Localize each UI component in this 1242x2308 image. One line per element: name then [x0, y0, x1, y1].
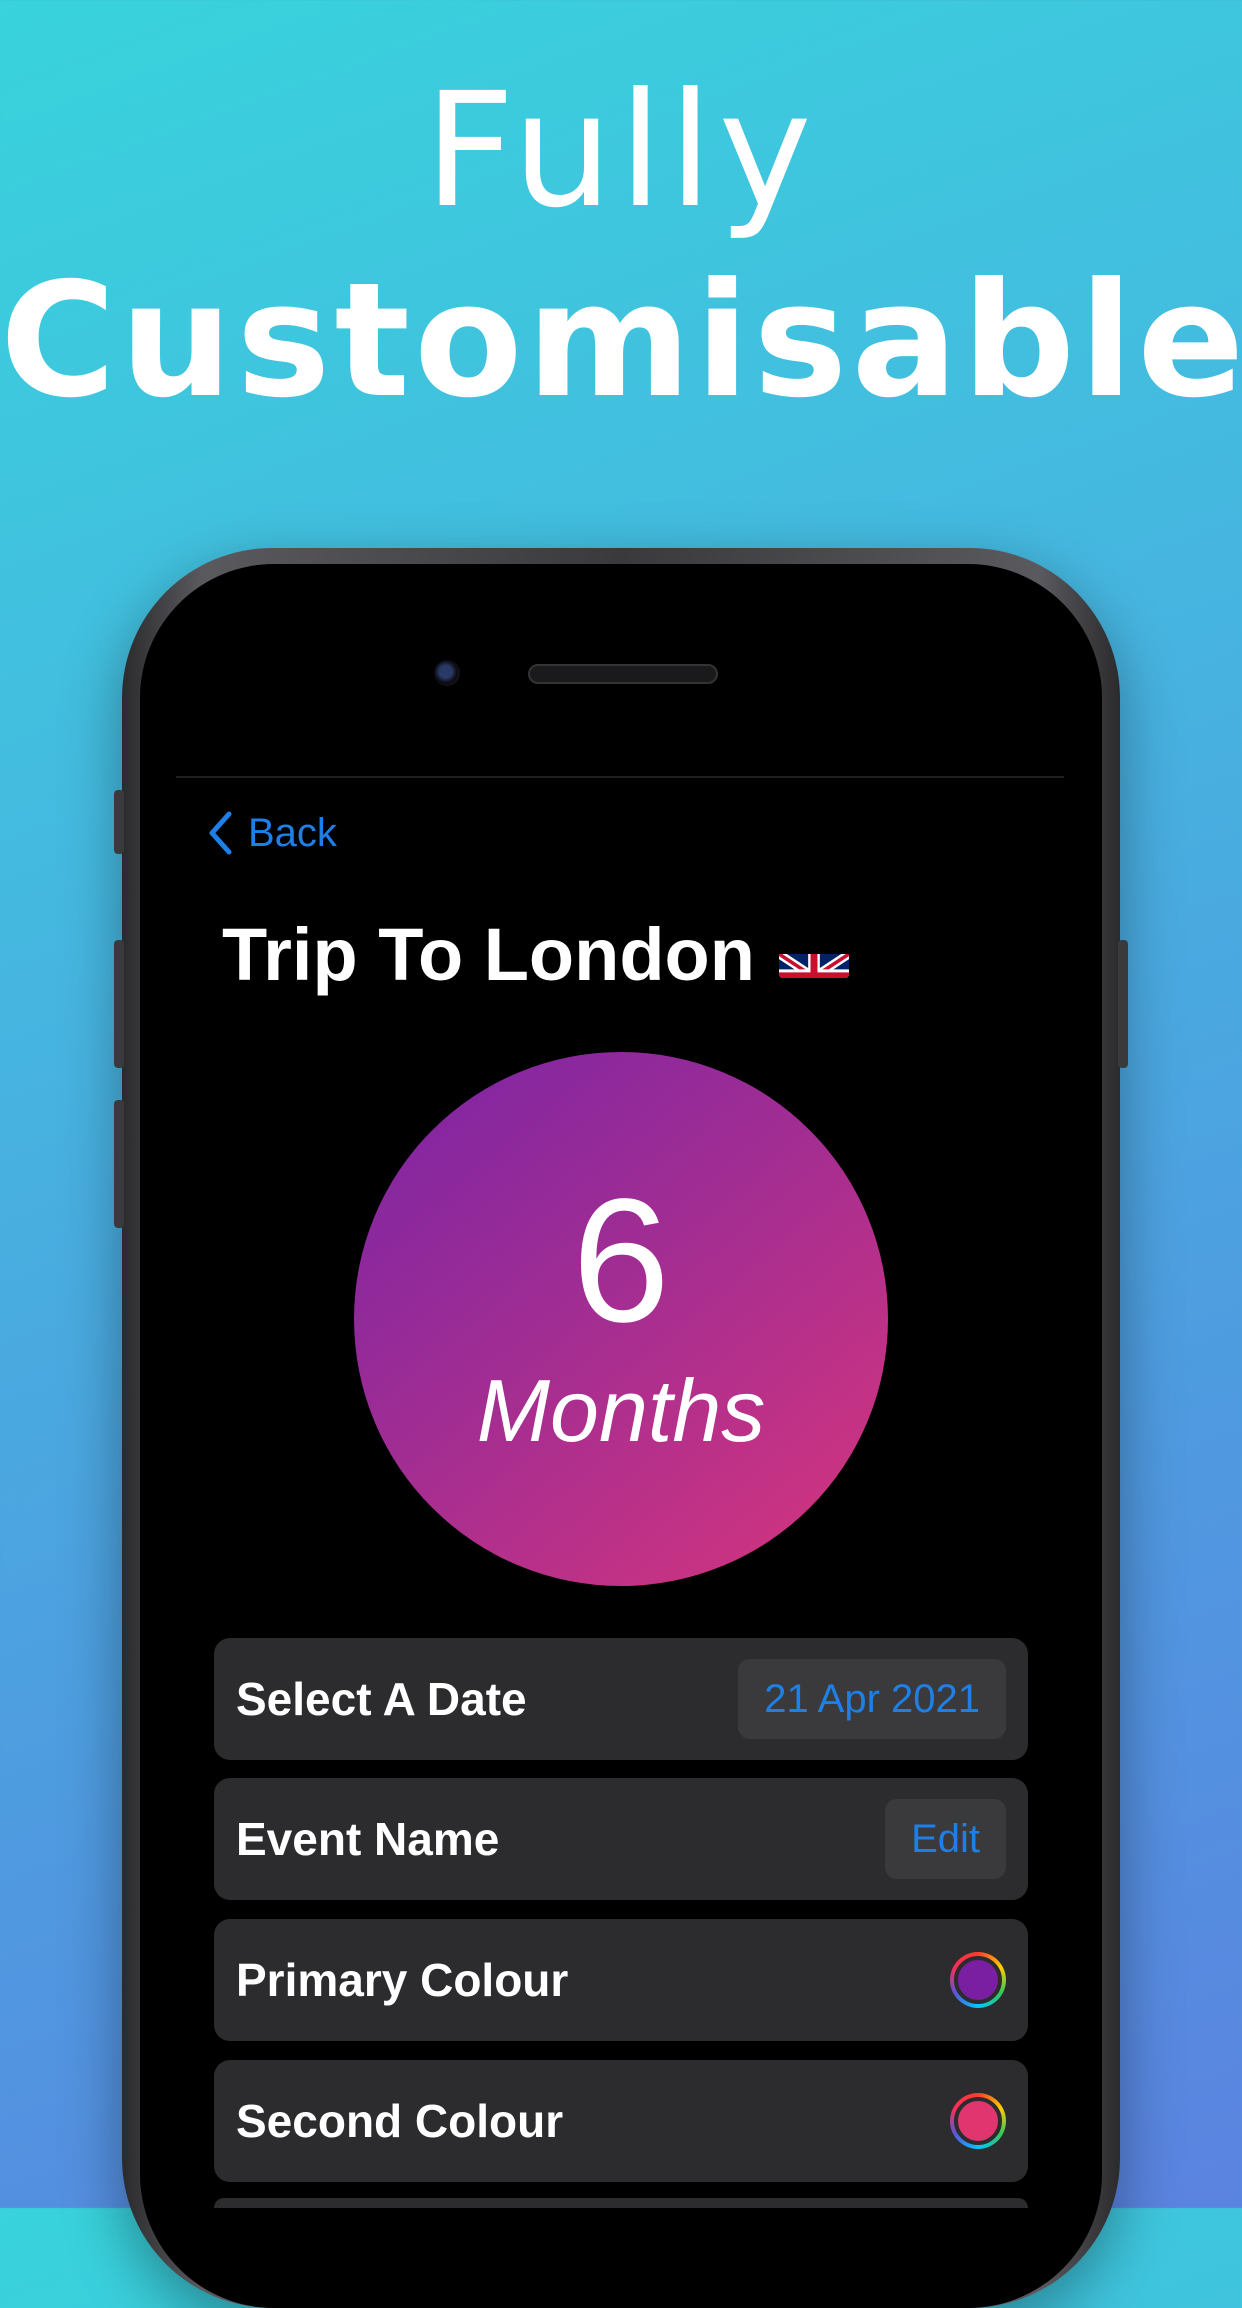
- headline-line-2: Customisable: [0, 249, 1242, 433]
- chevron-left-icon: [209, 811, 232, 855]
- event-name-label: Event Name: [236, 1813, 500, 1865]
- second-colour-row[interactable]: Second Colour: [214, 2060, 1028, 2182]
- volume-down-button: [114, 1100, 124, 1228]
- second-colour-label: Second Colour: [236, 2095, 564, 2147]
- second-colour-swatch: [954, 2097, 1002, 2145]
- edit-name-button[interactable]: Edit: [885, 1799, 1006, 1879]
- primary-colour-picker[interactable]: [950, 1952, 1006, 2008]
- mute-switch: [114, 790, 124, 854]
- event-name-row[interactable]: Event Name Edit: [214, 1778, 1028, 1900]
- volume-up-button: [114, 940, 124, 1068]
- primary-colour-row[interactable]: Primary Colour: [214, 1919, 1028, 2041]
- front-camera: [434, 660, 460, 686]
- select-date-label: Select A Date: [236, 1673, 527, 1725]
- countdown-unit: Months: [476, 1361, 766, 1460]
- back-button[interactable]: Back: [206, 810, 337, 856]
- second-colour-picker[interactable]: [950, 2093, 1006, 2149]
- countdown-value: 6: [572, 1163, 670, 1359]
- back-label: Back: [248, 810, 337, 855]
- uk-flag-icon: [778, 932, 849, 978]
- headline-line-1: Fully: [424, 59, 818, 243]
- earpiece-speaker: [528, 664, 718, 684]
- date-picker-button[interactable]: 21 Apr 2021: [738, 1659, 1006, 1739]
- primary-colour-swatch: [954, 1956, 1002, 2004]
- countdown-circle: 6 Months: [354, 1052, 888, 1586]
- page-title: Trip To London: [222, 912, 849, 997]
- primary-colour-label: Primary Colour: [236, 1954, 569, 2006]
- event-title: Trip To London: [222, 913, 755, 996]
- next-row-partial: [214, 2198, 1028, 2208]
- select-date-row[interactable]: Select A Date 21 Apr 2021: [214, 1638, 1028, 1760]
- power-button: [1118, 940, 1128, 1068]
